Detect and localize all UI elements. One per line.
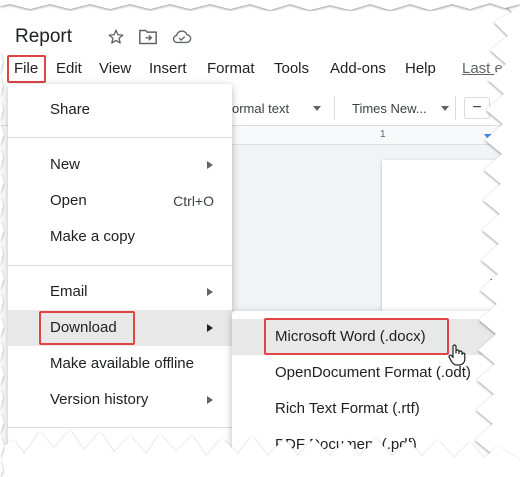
file-menu-share[interactable]: Share — [8, 92, 232, 128]
star-icon[interactable] — [106, 27, 126, 47]
file-menu-make-offline[interactable]: Make available offline — [8, 346, 232, 382]
menu-item-label: Rename — [50, 445, 107, 462]
menu-edit[interactable]: Edit — [56, 56, 82, 82]
text-cursor: Y — [490, 276, 503, 296]
chevron-down-icon — [441, 106, 449, 111]
menu-item-label: Open — [50, 192, 87, 209]
menu-item-label: PDF Document (.pdf) — [275, 436, 417, 453]
docx-highlight-box — [264, 318, 449, 355]
menu-item-label: Version history — [50, 391, 149, 408]
file-menu-make-copy[interactable]: Make a copy — [8, 219, 232, 255]
shortcut-label: Ctrl+O — [173, 193, 214, 209]
menu-divider — [8, 265, 232, 266]
ruler-number: 1 — [380, 129, 386, 140]
menu-item-label: Rich Text Format (.rtf) — [275, 400, 420, 417]
menu-item-label: Make available offline — [50, 355, 194, 372]
submenu-arrow-icon — [207, 161, 213, 169]
indent-marker-icon[interactable] — [484, 134, 496, 142]
submenu-arrow-icon — [207, 396, 213, 404]
decrease-font-size-button[interactable]: − — [464, 97, 490, 119]
download-rtf-option[interactable]: Rich Text Format (.rtf) — [232, 391, 520, 427]
menu-tools[interactable]: Tools — [274, 56, 309, 82]
submenu-arrow-icon — [207, 288, 213, 296]
move-to-folder-icon[interactable] — [138, 27, 158, 47]
menu-add-ons[interactable]: Add-ons — [330, 56, 386, 82]
cloud-saved-icon[interactable] — [172, 27, 192, 47]
file-menu-version-history[interactable]: Version history — [8, 382, 232, 418]
submenu-arrow-icon — [207, 324, 213, 332]
chevron-down-icon — [313, 106, 321, 111]
file-menu-rename[interactable]: Rename — [8, 436, 232, 472]
file-menu-email[interactable]: Email — [8, 274, 232, 310]
toolbar-divider — [455, 96, 456, 120]
menu-insert[interactable]: Insert — [149, 56, 187, 82]
file-dropdown-menu: Share New Open Ctrl+O Make a copy Email … — [8, 84, 232, 477]
last-edit-link[interactable]: Last e — [462, 56, 503, 82]
download-pdf-option[interactable]: PDF Document (.pdf) — [232, 427, 520, 463]
file-menu-highlight-box — [7, 55, 46, 83]
font-family-select[interactable]: Times New... — [352, 101, 427, 116]
menu-item-label: Email — [50, 283, 88, 300]
ruler — [232, 126, 520, 145]
document-title[interactable]: Report — [15, 26, 72, 48]
menu-item-label: Make a copy — [50, 228, 136, 245]
menu-item-label: OpenDocument Format (.odt) — [275, 364, 471, 381]
menu-divider — [8, 137, 232, 138]
menu-divider — [8, 427, 232, 428]
menu-help[interactable]: Help — [405, 56, 436, 82]
menu-item-label: Share — [50, 101, 91, 118]
menu-view[interactable]: View — [99, 56, 131, 82]
download-highlight-box — [39, 311, 135, 345]
hand-pointer-icon — [447, 343, 467, 372]
paragraph-style-select[interactable]: ormal text — [232, 101, 289, 116]
menu-bar: File Edit View Insert Format Tools Add-o… — [0, 56, 520, 82]
menu-item-label: New — [50, 156, 81, 173]
file-menu-new[interactable]: New — [8, 147, 232, 183]
toolbar-divider — [334, 96, 335, 120]
menu-format[interactable]: Format — [207, 56, 255, 82]
download-odt-option[interactable]: OpenDocument Format (.odt) — [232, 355, 520, 391]
file-menu-open[interactable]: Open Ctrl+O — [8, 183, 232, 219]
